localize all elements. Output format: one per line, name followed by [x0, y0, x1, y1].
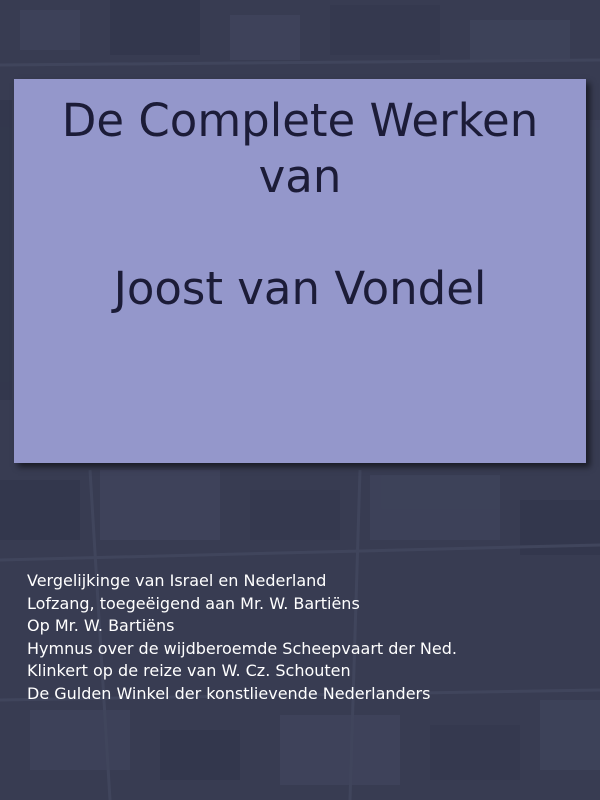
title-panel: De Complete Werken van Joost van Vondel: [14, 79, 586, 463]
author-name: Joost van Vondel: [113, 262, 487, 315]
contents-item: De Gulden Winkel der konstlievende Neder…: [27, 683, 431, 703]
contents-item: Op Mr. W. Bartiëns: [27, 616, 175, 635]
contents-item: Lofzang, toegeëigend aan Mr. W. Bartiëns: [27, 593, 360, 613]
contents-item: Vergelijkinge van Israel en Nederland: [27, 571, 327, 590]
title-block: De Complete Werken van Joost van Vondel: [14, 93, 586, 317]
title-spacer: [14, 205, 586, 261]
title-line-1: De Complete Werken: [61, 94, 539, 147]
contents-list: Vergelijkinge van Israel en Nederland Lo…: [27, 570, 457, 705]
contents-item: Klinkert op de reize van W. Cz. Schouten: [27, 661, 351, 680]
contents-item: Hymnus over de wijdberoemde Scheepvaart …: [27, 638, 457, 658]
title-line-2: van: [258, 150, 342, 203]
